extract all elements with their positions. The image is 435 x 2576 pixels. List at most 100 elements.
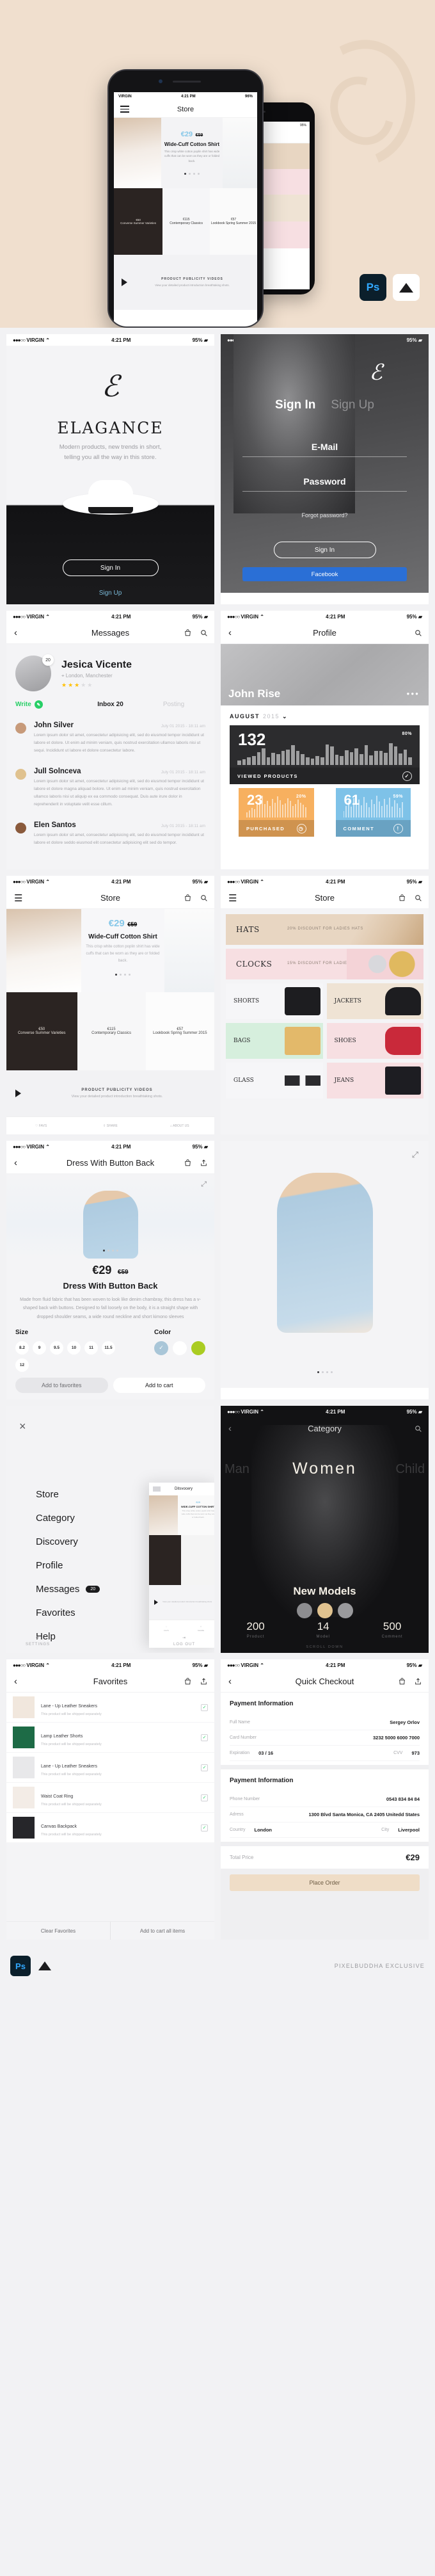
bag-icon[interactable] xyxy=(398,1677,406,1686)
banner-hats[interactable]: HATS 20% DISCOUNT FOR LADIES HATS xyxy=(226,914,423,945)
size-option[interactable]: 11.5 xyxy=(102,1340,115,1355)
field-phone-number[interactable]: Phone Number 0543 834 84 84 xyxy=(230,1792,420,1807)
color-option[interactable] xyxy=(191,1340,205,1355)
place-order-button[interactable]: Place Order xyxy=(230,1874,420,1891)
period-selector[interactable]: AUGUST 2015 ⌄ xyxy=(221,705,429,725)
tab-posting[interactable]: Posting xyxy=(142,701,205,708)
product-tile[interactable] xyxy=(149,1535,181,1585)
favorite-item[interactable]: Canvas Backpack This product will be ship… xyxy=(6,1813,214,1842)
email-field[interactable]: E-Mail xyxy=(242,442,407,457)
tab-share[interactable]: ⇧ SHARE xyxy=(75,1117,145,1134)
menu-icon[interactable] xyxy=(120,104,129,114)
favorite-item[interactable]: Waist Coat Ring This product will be ship… xyxy=(6,1783,214,1812)
favorite-item[interactable]: Lane - Up Leather Sneakers This product w… xyxy=(6,1753,214,1782)
play-icon[interactable] xyxy=(15,1090,21,1097)
search-icon[interactable] xyxy=(200,894,208,902)
stat-card-purchased[interactable]: 23 20% PURCHASED ◷ xyxy=(239,788,314,837)
bag-icon[interactable] xyxy=(184,1159,192,1167)
search-icon[interactable] xyxy=(200,629,208,637)
signin-button[interactable]: Sign In xyxy=(273,542,376,558)
back-icon[interactable]: ‹ xyxy=(228,627,232,638)
fullscreen-product-photo[interactable]: ⤢ xyxy=(221,1141,429,1388)
size-option[interactable]: 12 xyxy=(15,1358,29,1372)
tab-share[interactable]: ⇧ SHARE xyxy=(184,1620,214,1636)
menu-item-profile[interactable]: Profile xyxy=(36,1560,100,1571)
favorite-item[interactable]: Lane - Up Leather Sneakers This product w… xyxy=(6,1693,214,1722)
expand-icon[interactable]: ⤢ xyxy=(201,1180,207,1189)
select-checkbox[interactable]: ✓ xyxy=(201,1764,208,1771)
banner-clocks[interactable]: CLOCKS 15% DISCOUNT FOR LADIES CLOCKS xyxy=(226,949,423,979)
product-image[interactable]: ⤢ xyxy=(6,1174,214,1259)
menu-icon[interactable]: ☰ xyxy=(228,892,237,904)
forgot-password-link[interactable]: Forgot password? xyxy=(221,512,429,519)
expand-icon[interactable]: ⤢ xyxy=(412,1150,418,1160)
settings-button[interactable]: ⚙ SETTINGS xyxy=(26,1636,50,1646)
category-cell-glass[interactable]: GLASS xyxy=(226,1063,323,1099)
menu-icon[interactable] xyxy=(153,1486,161,1492)
size-option[interactable]: 9 xyxy=(33,1340,46,1355)
category-cell-jackets[interactable]: JACKETS xyxy=(326,983,423,1019)
field-card-number[interactable]: Card Number 3232 5000 6000 7000 xyxy=(230,1730,420,1746)
bag-icon[interactable] xyxy=(398,894,406,902)
menu-item-category[interactable]: Category xyxy=(36,1513,100,1524)
tab-signup[interactable]: Sign Up xyxy=(331,398,374,412)
product-tile[interactable]: €57 Lookbook Spring Summer 2015 xyxy=(145,992,214,1070)
search-icon[interactable] xyxy=(414,894,422,902)
featured-banner[interactable]: €29 €59 Wide-Cuff Cotton Shirt This cris… xyxy=(6,909,214,992)
play-icon[interactable] xyxy=(154,1600,158,1605)
bag-icon[interactable] xyxy=(184,894,192,902)
menu-item-discovery[interactable]: Discovery xyxy=(36,1536,100,1547)
tab-write[interactable]: Write ✎ xyxy=(15,700,79,709)
search-icon[interactable] xyxy=(414,1424,422,1433)
carousel-dots[interactable] xyxy=(221,1365,429,1376)
product-tile[interactable]: €57 Lookbook Spring Summer 2015 xyxy=(210,188,257,255)
menu-icon[interactable]: ☰ xyxy=(14,892,22,904)
category-cell-shorts[interactable]: SHORTS xyxy=(226,983,323,1019)
clear-favorites-button[interactable]: Clear Favorites xyxy=(6,1922,110,1940)
color-option-selected[interactable]: ✓ xyxy=(154,1340,168,1355)
select-checkbox[interactable]: ✓ xyxy=(201,1794,208,1801)
field-country-city[interactable]: Country London City Liverpool xyxy=(230,1823,420,1838)
close-icon[interactable]: × xyxy=(19,1420,26,1433)
field-full-name[interactable]: Full Name Sergey Orlov xyxy=(230,1715,420,1730)
category-cell-jeans[interactable]: JEANS xyxy=(326,1063,423,1099)
size-option[interactable]: 9.5 xyxy=(50,1340,63,1355)
back-icon[interactable]: ‹ xyxy=(14,1676,17,1687)
select-checkbox[interactable]: ✓ xyxy=(201,1824,208,1831)
tab-favs[interactable]: ♡ FAVS xyxy=(6,1117,75,1134)
tab-signin[interactable]: Sign In xyxy=(275,398,315,412)
back-icon[interactable]: ‹ xyxy=(14,1157,17,1168)
product-tile[interactable]: €115 Contemporary Classics xyxy=(77,992,146,1070)
share-icon[interactable] xyxy=(200,1677,208,1686)
carousel-dots[interactable] xyxy=(6,1243,214,1255)
add-to-favorites-button[interactable]: Add to favorites xyxy=(15,1378,108,1393)
size-option[interactable]: 8.2 xyxy=(15,1340,29,1355)
size-option[interactable]: 10 xyxy=(67,1340,81,1355)
tab-favs[interactable]: ♡ FAVS xyxy=(149,1620,184,1636)
carousel-dots[interactable] xyxy=(164,166,220,178)
tab-about[interactable]: ⌂ ABOUT US xyxy=(145,1117,214,1134)
share-icon[interactable] xyxy=(414,1677,422,1686)
hero-product-banner[interactable]: €29 €59 Wide-Cuff Cotton Shirt This cris… xyxy=(114,118,257,188)
featured-banner[interactable]: €29 WIDE-CUFF COTTON SHIRT This crisp wh… xyxy=(149,1495,214,1535)
add-all-to-cart-button[interactable]: Add to cart all items xyxy=(110,1922,214,1940)
avatar[interactable] xyxy=(337,1603,353,1618)
more-options-icon[interactable]: ●●● xyxy=(407,691,420,696)
category-cell-bags[interactable]: BAGS xyxy=(226,1023,323,1059)
product-tile[interactable] xyxy=(180,1535,214,1585)
message-item[interactable]: Elen Santos July 01 2015 - 18:11 am Lorem… xyxy=(15,815,205,853)
avatar[interactable] xyxy=(317,1603,333,1618)
avatar[interactable] xyxy=(296,1603,312,1618)
product-tile[interactable]: €115 Contemporary Classics xyxy=(162,188,210,255)
back-icon[interactable]: ‹ xyxy=(14,627,17,638)
product-tile[interactable]: €50 Converse Summer Varieties xyxy=(6,992,77,1070)
facebook-button[interactable]: Facebook xyxy=(242,567,407,581)
stat-card-viewed[interactable]: 132 80% VIEWED PRODUCTS ✓ xyxy=(230,725,420,784)
video-promo[interactable]: View your detailed product introduction … xyxy=(149,1585,214,1620)
bag-icon[interactable] xyxy=(184,629,192,637)
search-icon[interactable] xyxy=(414,629,422,637)
menu-item-favorites[interactable]: Favorites xyxy=(36,1607,100,1618)
add-to-cart-button[interactable]: Add to cart xyxy=(113,1378,205,1393)
signin-button[interactable]: Sign In xyxy=(62,559,159,576)
tab-inbox[interactable]: Inbox 20 xyxy=(79,701,142,708)
